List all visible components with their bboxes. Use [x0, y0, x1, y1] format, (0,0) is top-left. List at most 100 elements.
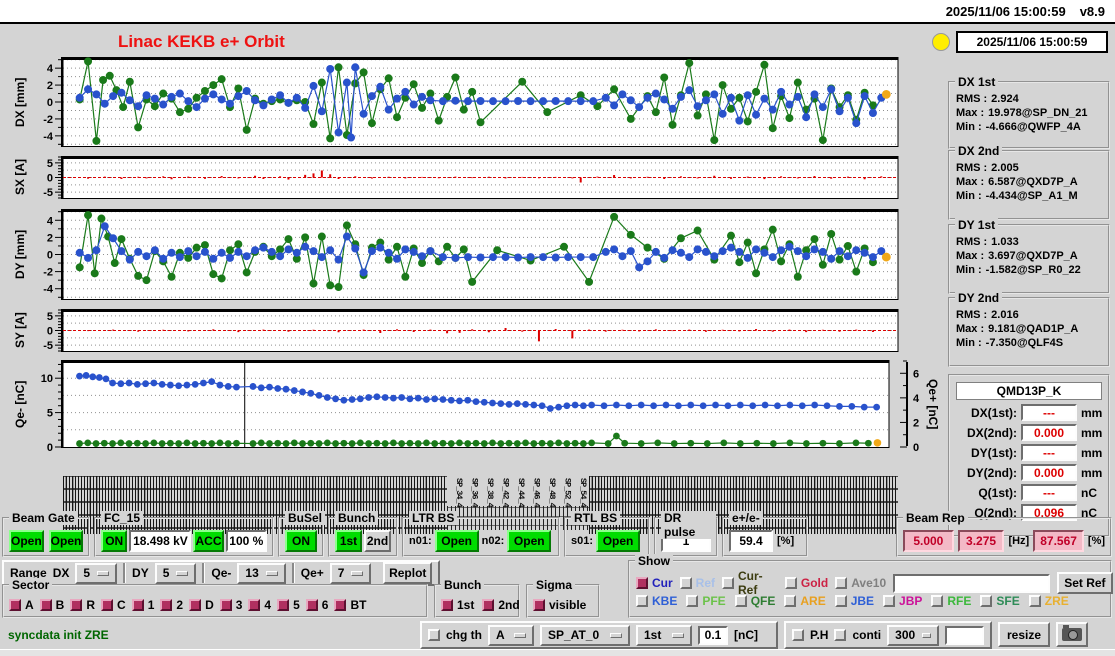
range-qep-dropdown[interactable]: 7: [329, 562, 372, 584]
group-legend: BuSel: [285, 511, 326, 525]
show-cur-checkbox[interactable]: [636, 577, 648, 589]
titlebar-datetime: 2025/11/06 15:00:59: [945, 3, 1066, 19]
sector-bt-checkbox[interactable]: [334, 598, 347, 611]
show-cur-ref-label: Cur-Ref: [738, 569, 763, 597]
sector-c-label: C: [117, 597, 126, 612]
sector-r: R: [70, 598, 95, 612]
monitor-row-value[interactable]: 0.000: [1021, 424, 1077, 441]
percent-unit: [%]: [1087, 535, 1106, 547]
bunch-show-1st-label: 1st: [457, 597, 475, 612]
range-qem-dropdown[interactable]: 13: [237, 562, 286, 584]
monitor-row-value[interactable]: ---: [1021, 484, 1077, 501]
show-gold-checkbox[interactable]: [784, 577, 797, 589]
monitor-panel: QMD13P_K DX(1st): --- mm DX(2nd): 0.000 mm DY(…: [948, 374, 1110, 537]
sector-4-checkbox[interactable]: [248, 598, 261, 611]
show-qfe-checkbox[interactable]: [734, 595, 747, 607]
group-legend: e+/e-: [729, 511, 763, 525]
bpm-label: SP_54_4: [577, 478, 588, 507]
bunch-2nd-button[interactable]: 2nd: [364, 530, 391, 552]
svg-text:0: 0: [47, 173, 53, 185]
show-sfe-checkbox[interactable]: [980, 595, 993, 607]
channel-dropdown[interactable]: A: [488, 624, 534, 646]
threshold-field[interactable]: 0.1: [698, 625, 728, 645]
range-dx-dropdown[interactable]: 5: [75, 562, 118, 584]
monitor-row-value[interactable]: 0.000: [1021, 464, 1077, 481]
fc15-percent-field[interactable]: 100 %: [225, 530, 267, 552]
set-ref-button[interactable]: Set Ref: [1056, 572, 1113, 594]
sector-c-checkbox[interactable]: [101, 598, 114, 611]
beam-rep-set-field[interactable]: 5.000: [903, 530, 954, 552]
sector-a-checkbox[interactable]: [9, 598, 21, 611]
show-pfe-checkbox[interactable]: [686, 595, 699, 607]
fc15-acc-button[interactable]: ACC: [193, 530, 224, 552]
show-rfe-checkbox[interactable]: [931, 595, 944, 607]
monitor-row-label: DX(1st):: [970, 405, 1017, 420]
show-zre-checkbox[interactable]: [1028, 595, 1041, 607]
count-dropdown[interactable]: 300: [887, 624, 940, 646]
ph-checkbox[interactable]: [792, 629, 804, 641]
sector-b-checkbox[interactable]: [39, 598, 52, 611]
busel-on-button[interactable]: ON: [285, 530, 317, 552]
min-label: Min :: [956, 337, 982, 349]
sector-d-checkbox[interactable]: [189, 598, 202, 611]
bunch-show-1st-checkbox[interactable]: [441, 598, 453, 611]
monitor-row-value[interactable]: ---: [1021, 404, 1077, 421]
rtl-s01-open-button[interactable]: Open: [596, 530, 641, 552]
max-label: Max :: [956, 323, 985, 335]
sector-r-checkbox[interactable]: [70, 598, 83, 611]
bunch-show-2nd: 2nd: [482, 598, 520, 612]
set-ref-input[interactable]: [893, 573, 1050, 593]
show-are: ARE: [784, 594, 826, 608]
ltr-n02-open-button[interactable]: Open: [507, 530, 552, 552]
show-ave10-checkbox[interactable]: [835, 577, 848, 589]
rms-value: 2.016: [991, 309, 1019, 321]
e-ratio-field[interactable]: 59.4: [729, 530, 773, 552]
min-label: Min :: [956, 264, 982, 276]
show-pfe: PFE: [686, 594, 726, 608]
sector-3-label: 3: [235, 597, 243, 612]
chg-th-checkbox[interactable]: [428, 629, 440, 641]
monitor-row-value[interactable]: ---: [1021, 444, 1077, 461]
range-dy-dropdown[interactable]: 5: [154, 562, 197, 584]
beam-rep-duty-field[interactable]: 87.567: [1033, 530, 1084, 552]
n02-label: n02:: [481, 535, 505, 547]
fc15-on-button[interactable]: ON: [101, 530, 128, 552]
sector-2-checkbox[interactable]: [160, 598, 173, 611]
screenshot-button[interactable]: [1056, 622, 1088, 647]
group-legend: Bunch: [441, 578, 485, 592]
sigma-visible-checkbox[interactable]: [533, 598, 545, 611]
sector-2: 2: [160, 598, 183, 612]
sector-6-checkbox[interactable]: [305, 598, 318, 611]
acquisition-panel: P.H conti 300: [784, 621, 992, 649]
qe-axis-label: Qe- [nC]: [13, 380, 27, 428]
beam-gate-open-button-2[interactable]: Open: [48, 530, 84, 552]
count-field[interactable]: [945, 625, 984, 645]
bunch-dropdown[interactable]: 1st: [636, 624, 692, 646]
sp-dropdown[interactable]: SP_AT_0: [540, 624, 630, 646]
qe-chart: 0 5 10 0 2 4 6: [41, 360, 920, 454]
sector-1-checkbox[interactable]: [131, 598, 144, 611]
bpm-label: SP_38_4: [484, 478, 495, 507]
group-legend: LTR BS: [409, 511, 458, 525]
beam-gate-open-button-1[interactable]: Open: [9, 530, 44, 552]
replot-button[interactable]: Replot: [383, 562, 432, 584]
conti-checkbox[interactable]: [834, 629, 847, 641]
fc15-kv-field[interactable]: 18.498 kV: [129, 530, 192, 552]
conti-label: conti: [852, 628, 882, 642]
show-ref-checkbox[interactable]: [679, 577, 692, 589]
resize-button[interactable]: resize: [998, 622, 1050, 647]
show-jbp-checkbox[interactable]: [883, 595, 896, 607]
show-cur-ref-checkbox[interactable]: [722, 577, 735, 589]
beam-rep-actual-field[interactable]: 3.275: [957, 530, 1005, 552]
show-are-checkbox[interactable]: [784, 595, 797, 607]
e-ratio-group: e+/e- 59.4 [%]: [722, 511, 808, 557]
sector-3-checkbox[interactable]: [219, 598, 232, 611]
bunch-1st-button[interactable]: 1st: [335, 530, 362, 552]
range-panel: Range DX 5 DY 5 Qe- 13 Qe+ 7 Replot: [2, 560, 440, 586]
show-jbe-checkbox[interactable]: [834, 595, 847, 607]
show-kbe-checkbox[interactable]: [636, 595, 648, 607]
max-value: 3.697@QXD7P_A: [988, 250, 1078, 262]
ltr-n01-open-button[interactable]: Open: [434, 530, 479, 552]
sector-5-checkbox[interactable]: [277, 598, 290, 611]
bunch-show-2nd-checkbox[interactable]: [482, 598, 495, 611]
